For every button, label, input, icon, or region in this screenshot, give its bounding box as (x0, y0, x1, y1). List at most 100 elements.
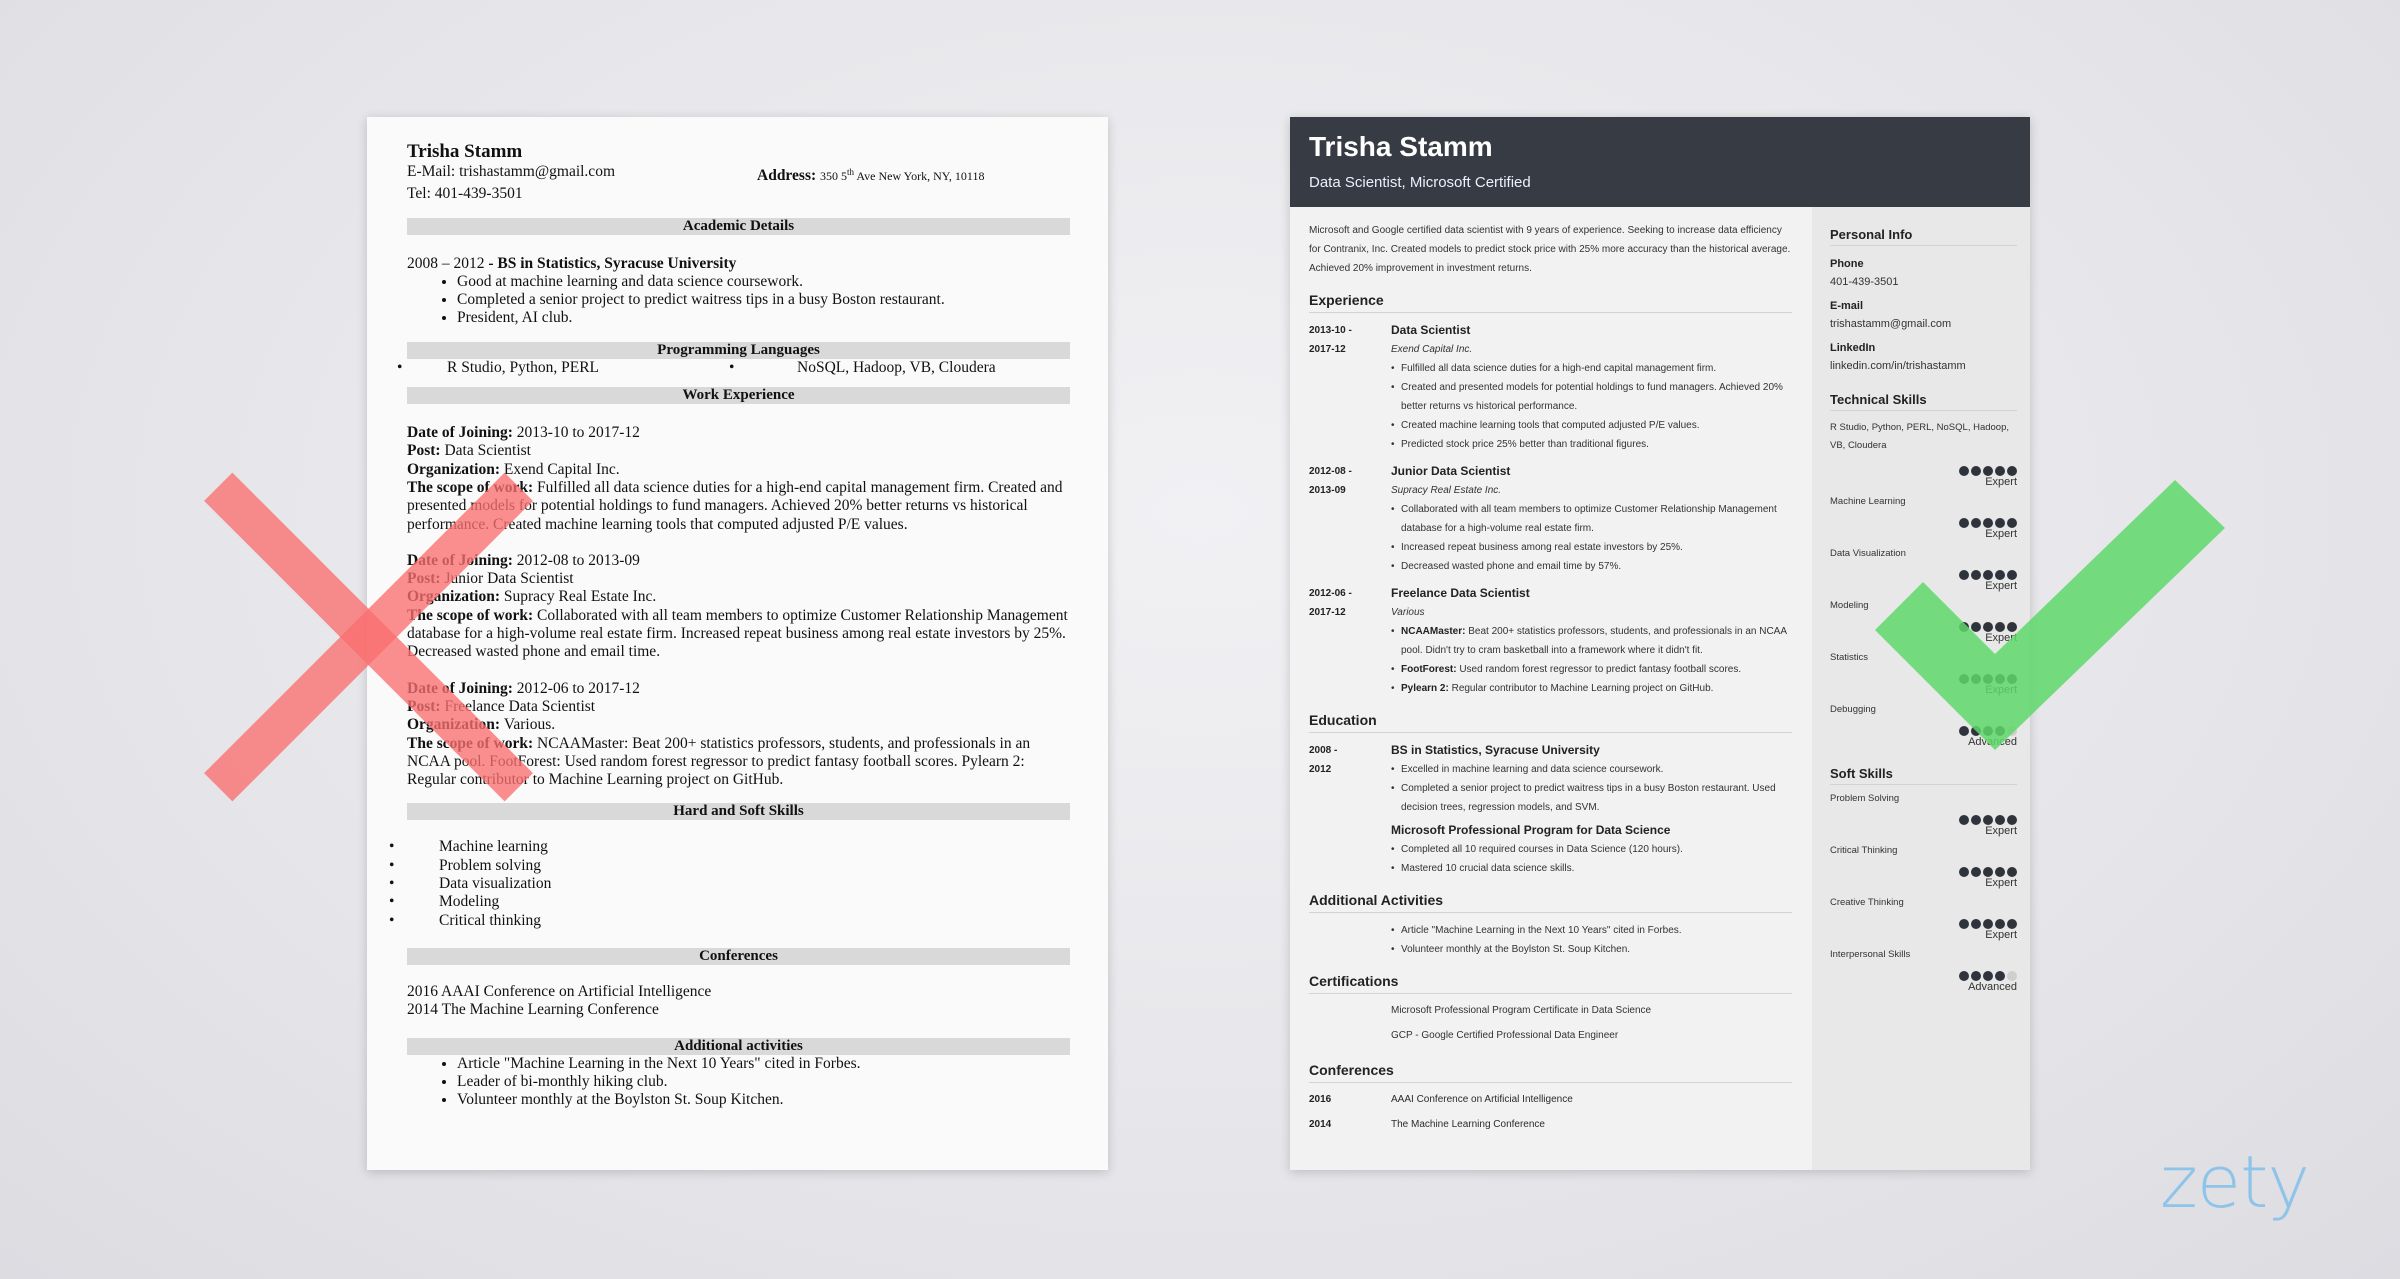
skill-item: Data Visualization Expert (1830, 548, 2017, 592)
list-item: Completed a senior project to predict wa… (457, 291, 1070, 309)
resume-title: Data Scientist, Microsoft Certified (1309, 174, 1531, 191)
technical-skills-list: R Studio, Python, PERL, NoSQL, Hadoop, V… (1830, 419, 2017, 748)
work-entry-2: Date of Joining: 2012-06 to 2017-12 Post… (407, 679, 1031, 789)
list-item: Created machine learning tools that comp… (1391, 416, 1792, 435)
skill-rating (1830, 864, 2017, 877)
skill-level: Expert (1985, 528, 2017, 540)
experience-date: 2013-10 -2017-12 (1309, 325, 1352, 355)
degree-title: BS in Statistics, Syracuse University (1391, 743, 1600, 757)
list-item: Predicted stock price 25% better than tr… (1391, 435, 1792, 454)
address-value: 350 5th Ave New York, NY, 10118 (820, 167, 985, 183)
conference-item: 2014 The Machine Learning Conference (1309, 1119, 1545, 1130)
conference-item: 2016 AAAI Conference on Artificial Intel… (1309, 1094, 1573, 1105)
rating-dot-icon (1995, 466, 2005, 476)
skill-rating (1830, 515, 2017, 528)
skill-name: Problem Solving (1830, 793, 1900, 804)
work-entry-1: Date of Joining: 2012-08 to 2013-09 Post… (407, 551, 1068, 661)
skill-item: Modeling Expert (1830, 600, 2017, 644)
bad-resume: Trisha Stamm E-Mail: trishastamm@gmail.c… (367, 117, 1108, 1170)
list-item: Leader of bi-monthly hiking club. (457, 1073, 1070, 1091)
experience-entry: 2013-10 -2017-12 Data Scientist Exend Capi… (1309, 321, 1792, 454)
section-personal-info: Personal Info (1830, 217, 2017, 246)
experience-date: 2012-08 -2013-09 (1309, 466, 1352, 496)
skills-list: • Machine learning • Problem solving • Data… (389, 838, 552, 929)
list-item: Problem solving (439, 856, 542, 874)
rating-dot-icon (1971, 726, 1981, 736)
skill-name: Interpersonal Skills (1830, 949, 1911, 960)
rating-dot-icon (1959, 674, 1969, 684)
email-label: E-Mail: (407, 163, 460, 180)
rating-dot-icon (1971, 815, 1981, 825)
conference-item: 2014 The Machine Learning Conference (407, 1001, 659, 1019)
linkedin-value[interactable]: linkedin.com/in/trishastamm (1830, 360, 2017, 372)
company: Exend Capital Inc. (1391, 344, 1473, 355)
rating-dot-icon (2007, 919, 2017, 929)
list-item: Increased repeat business among real est… (1391, 538, 1792, 557)
skill-item: Problem Solving Expert (1830, 793, 2017, 837)
rating-dot-icon (1959, 570, 1969, 580)
skill-level: Expert (1985, 476, 2017, 488)
skill-level: Expert (1985, 684, 2017, 696)
section-technical-skills: Technical Skills (1830, 382, 2017, 411)
company: Supracy Real Estate Inc. (1391, 485, 1502, 496)
skill-level: Advanced (1968, 981, 2017, 993)
rating-dot-icon (1959, 622, 1969, 632)
skill-item: Debugging Advanced (1830, 704, 2017, 748)
activities-entry: Article "Machine Learning in the Next 10… (1309, 921, 1792, 959)
rating-dot-icon (2007, 570, 2017, 580)
list-item: Article "Machine Learning in the Next 10… (457, 1055, 1070, 1073)
rating-dot-icon (1983, 815, 1993, 825)
list-item: Volunteer monthly at the Boylston St. So… (1391, 940, 1792, 959)
contact-row: E-Mail: trishastamm@gmail.com Address: 3… (407, 163, 1070, 185)
rating-dot-icon (1971, 867, 1981, 877)
skill-rating (1830, 812, 2017, 825)
rating-dot-icon (1995, 726, 2005, 736)
rating-dot-icon (2007, 622, 2017, 632)
rating-dot-icon (1971, 674, 1981, 684)
resume-name: Trisha Stamm (1309, 131, 1493, 162)
email-value[interactable]: trishastamm@gmail.com (1830, 318, 2017, 330)
skill-level: Expert (1985, 877, 2017, 889)
program-title: Microsoft Professional Program for Data … (1391, 823, 1671, 837)
rating-dot-icon (1971, 919, 1981, 929)
section-education: Education (1309, 698, 1792, 733)
skill-level: Expert (1985, 632, 2017, 644)
rating-dot-icon (1983, 674, 1993, 684)
zety-logo: zety (2160, 1140, 2310, 1224)
rating-dot-icon (1959, 815, 1969, 825)
skill-rating (1830, 723, 2017, 736)
skill-rating (1830, 567, 2017, 580)
rating-dot-icon (1983, 919, 1993, 929)
email-value: trishastamm@gmail.com (459, 163, 615, 180)
rating-dot-icon (1995, 971, 2005, 981)
section-work: Work Experience (407, 387, 1070, 405)
rating-dot-icon (1971, 570, 1981, 580)
rating-dot-icon (1959, 518, 1969, 528)
rating-dot-icon (1983, 622, 1993, 632)
rating-dot-icon (2007, 867, 2017, 877)
list-item: NCAAMaster: Beat 200+ statistics profess… (1391, 622, 1792, 660)
company: Various (1391, 607, 1425, 618)
rating-dot-icon (1959, 971, 1969, 981)
rating-dot-icon (2007, 726, 2017, 736)
skill-name: Modeling (1830, 600, 1869, 611)
skill-item: Machine Learning Expert (1830, 496, 2017, 540)
phone-label: Phone (1830, 258, 1864, 270)
rating-dot-icon (1995, 570, 2005, 580)
rating-dot-icon (1959, 919, 1969, 929)
skill-item: Statistics Expert (1830, 652, 2017, 696)
experience-entry: 2012-08 -2013-09 Junior Data Scientist Sup… (1309, 462, 1792, 576)
rating-dot-icon (1995, 518, 2005, 528)
skill-item: Creative Thinking Expert (1830, 897, 2017, 941)
list-item: Mastered 10 crucial data science skills. (1391, 859, 1792, 878)
list-item: President, AI club. (457, 309, 1070, 327)
rating-dot-icon (1983, 570, 1993, 580)
list-item: Good at machine learning and data scienc… (457, 273, 1070, 291)
rating-dot-icon (1959, 726, 1969, 736)
list-item: Completed a senior project to predict wa… (1391, 779, 1792, 817)
good-resume: Trisha Stamm Data Scientist, Microsoft C… (1290, 117, 2030, 1170)
skill-name: Machine Learning (1830, 496, 1906, 507)
rating-dot-icon (1995, 867, 2005, 877)
list-item: Critical thinking (439, 911, 542, 929)
list-item: Article "Machine Learning in the Next 10… (1391, 921, 1792, 940)
